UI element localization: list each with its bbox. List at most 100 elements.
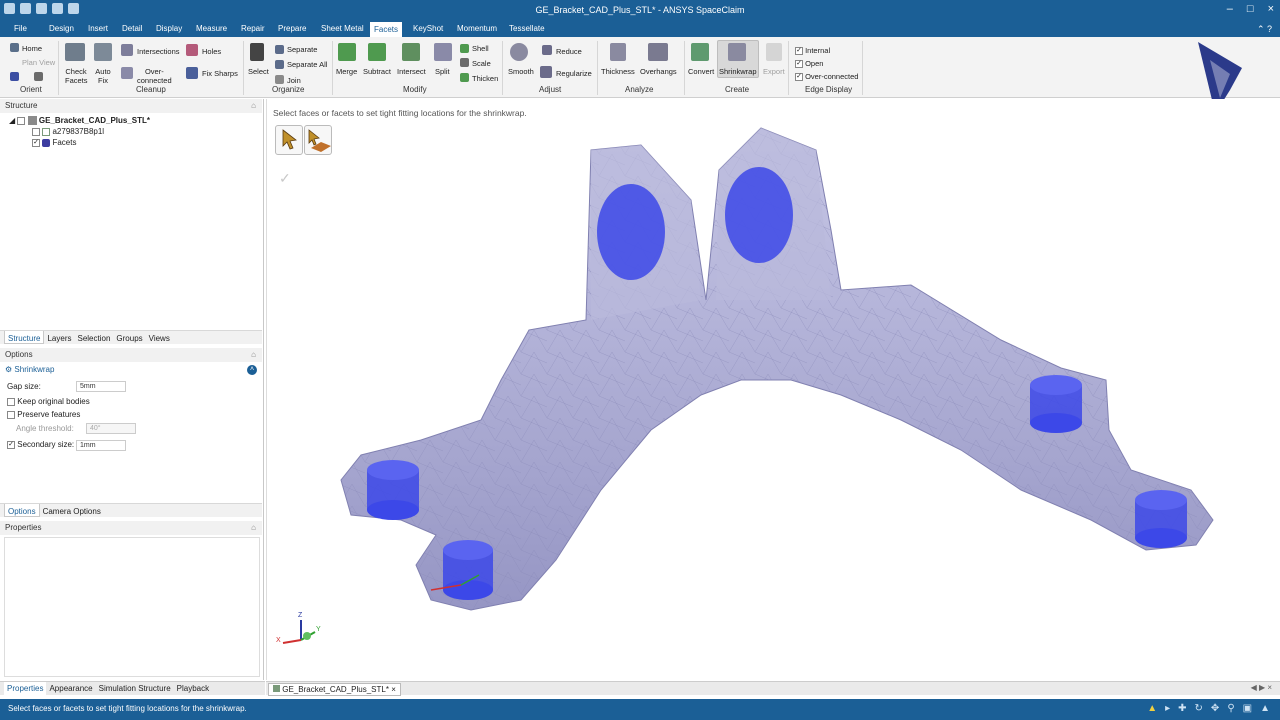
fit-icon[interactable]: ▣ bbox=[1243, 703, 1252, 714]
close-tab-icon[interactable]: × bbox=[391, 685, 396, 694]
selection-filter-icon[interactable]: ▸ bbox=[1165, 703, 1170, 714]
snap-icon[interactable]: ✚ bbox=[1178, 703, 1186, 714]
expand-icon[interactable]: ◢ bbox=[9, 116, 15, 125]
home-button[interactable]: Home bbox=[22, 44, 42, 53]
tab-simulation-structure[interactable]: Simulation Structure bbox=[96, 682, 174, 695]
warning-icon[interactable]: ▲ bbox=[1147, 703, 1157, 714]
split-button[interactable]: Split bbox=[435, 67, 450, 76]
export-button[interactable]: Export bbox=[763, 67, 785, 76]
check-facets-button[interactable]: Check Facets bbox=[65, 67, 88, 85]
tab-repair[interactable]: Repair bbox=[237, 24, 269, 33]
tab-detail[interactable]: Detail bbox=[118, 24, 146, 33]
document-tab[interactable]: GE_Bracket_CAD_Plus_STL* × bbox=[268, 683, 401, 696]
overhangs-button[interactable]: Overhangs bbox=[640, 67, 677, 76]
intersect-button[interactable]: Intersect bbox=[397, 67, 426, 76]
help-icon[interactable]: ⌃ ? bbox=[1257, 24, 1272, 35]
tab-structure[interactable]: Structure bbox=[4, 331, 45, 344]
shell-button[interactable]: Shell bbox=[472, 44, 489, 53]
subtract-button[interactable]: Subtract bbox=[363, 67, 391, 76]
auto-fix-button[interactable]: Auto Fix bbox=[95, 67, 111, 85]
tab-display[interactable]: Display bbox=[152, 24, 186, 33]
tab-insert[interactable]: Insert bbox=[84, 24, 112, 33]
plan-view-button[interactable]: Plan View bbox=[22, 58, 55, 67]
regularize-button[interactable]: Regularize bbox=[556, 69, 592, 78]
tab-selection[interactable]: Selection bbox=[74, 331, 113, 344]
tree-root[interactable]: ◢ GE_Bracket_CAD_Plus_STL* bbox=[9, 116, 150, 126]
tab-properties[interactable]: Properties bbox=[4, 682, 47, 695]
tab-prepare[interactable]: Prepare bbox=[274, 24, 310, 33]
overconnected-checkbox[interactable]: ✓ Over-connected bbox=[795, 72, 858, 82]
pan-icon[interactable]: ✥ bbox=[1211, 703, 1219, 714]
tab-measure[interactable]: Measure bbox=[192, 24, 231, 33]
tab-playback[interactable]: Playback bbox=[174, 682, 212, 695]
tab-scroll-icons[interactable]: ◀ ▶ × bbox=[1251, 683, 1272, 692]
select-button[interactable]: Select bbox=[248, 67, 269, 76]
reduce-button[interactable]: Reduce bbox=[556, 47, 582, 56]
facets-checkbox[interactable]: ✓ bbox=[32, 138, 40, 147]
gap-size-input[interactable]: 5mm bbox=[76, 381, 126, 392]
separate-button[interactable]: Separate bbox=[287, 45, 317, 54]
select-facets-tool[interactable] bbox=[304, 125, 332, 155]
pin-icon[interactable]: ⌂ bbox=[251, 350, 256, 359]
tree-item-mesh[interactable]: a279837B8p1l bbox=[32, 127, 104, 136]
checkmark-icon: ✓ bbox=[795, 47, 803, 56]
overconnected-button[interactable]: Over-connected bbox=[137, 67, 172, 85]
group-modify: Modify bbox=[403, 85, 427, 94]
tab-layers[interactable]: Layers bbox=[44, 331, 74, 344]
maximize-icon[interactable]: □ bbox=[1247, 3, 1254, 15]
thicken-button[interactable]: Thicken bbox=[472, 74, 498, 83]
separate-all-button[interactable]: Separate All bbox=[287, 60, 327, 69]
tab-keyshot[interactable]: KeyShot bbox=[409, 24, 447, 33]
tab-groups[interactable]: Groups bbox=[113, 331, 145, 344]
tab-facets[interactable]: Facets bbox=[370, 22, 403, 37]
minimize-icon[interactable]: – bbox=[1227, 3, 1233, 15]
tab-camera-options[interactable]: Camera Options bbox=[40, 504, 104, 517]
convert-button[interactable]: Convert bbox=[688, 67, 714, 76]
tab-tessellate[interactable]: Tessellate bbox=[505, 24, 549, 33]
hole-far-right bbox=[1135, 490, 1187, 548]
internal-checkbox[interactable]: ✓ Internal bbox=[795, 46, 830, 56]
tab-sheet-metal[interactable]: Sheet Metal bbox=[317, 24, 368, 33]
tab-momentum[interactable]: Momentum bbox=[453, 24, 501, 33]
intersections-button[interactable]: Intersections bbox=[137, 47, 180, 56]
3d-viewport[interactable]: Z X Y bbox=[266, 99, 1280, 680]
view-options-icon[interactable] bbox=[34, 72, 43, 81]
tab-design[interactable]: Design bbox=[45, 24, 78, 33]
thickness-button[interactable]: Thickness bbox=[601, 67, 635, 76]
tab-options[interactable]: Options bbox=[4, 504, 40, 517]
pin-icon[interactable]: ⌂ bbox=[251, 523, 256, 532]
tab-appearance[interactable]: Appearance bbox=[46, 682, 95, 695]
subtract-icon bbox=[368, 43, 386, 61]
status-bar: Select faces or facets to set tight fitt… bbox=[0, 699, 1280, 720]
zoom-icon[interactable]: ⚲ bbox=[1227, 703, 1234, 714]
spin-icon[interactable]: ↻ bbox=[1195, 703, 1203, 714]
scale-button[interactable]: Scale bbox=[472, 59, 491, 68]
bracket-model[interactable] bbox=[267, 99, 1280, 680]
root-checkbox[interactable] bbox=[17, 116, 26, 125]
view-cube-icon[interactable] bbox=[10, 72, 19, 81]
keep-original-checkbox[interactable]: Keep original bodies bbox=[7, 397, 90, 406]
axis-triad-icon[interactable] bbox=[282, 620, 316, 644]
join-button[interactable]: Join bbox=[287, 76, 301, 85]
regularize-icon bbox=[540, 66, 552, 78]
complete-icon[interactable]: ✓ bbox=[279, 170, 291, 187]
collapse-icon[interactable]: ˄ bbox=[247, 365, 257, 375]
secondary-size-input[interactable]: 1mm bbox=[76, 440, 126, 451]
fix-sharps-button[interactable]: Fix Sharps bbox=[202, 69, 238, 78]
secondary-size-checkbox[interactable]: ✓ Secondary size: bbox=[7, 440, 74, 449]
smooth-button[interactable]: Smooth bbox=[508, 67, 534, 76]
open-checkbox[interactable]: ✓ Open bbox=[795, 59, 823, 69]
preserve-features-checkbox[interactable]: Preserve features bbox=[7, 410, 80, 419]
angle-threshold-input[interactable]: 40° bbox=[86, 423, 136, 434]
merge-button[interactable]: Merge bbox=[336, 67, 357, 76]
shrinkwrap-button[interactable]: Shrinkwrap bbox=[719, 67, 757, 76]
close-icon[interactable]: × bbox=[1268, 3, 1274, 15]
tab-views[interactable]: Views bbox=[146, 331, 173, 344]
select-faces-tool[interactable] bbox=[275, 125, 303, 155]
tree-item-facets[interactable]: ✓ Facets bbox=[32, 138, 76, 147]
tab-file[interactable]: File bbox=[10, 24, 31, 33]
mesh-checkbox[interactable] bbox=[32, 127, 40, 136]
holes-button[interactable]: Holes bbox=[202, 47, 221, 56]
view-icon[interactable]: ▲ bbox=[1260, 703, 1270, 714]
pin-icon[interactable]: ⌂ bbox=[251, 101, 256, 110]
